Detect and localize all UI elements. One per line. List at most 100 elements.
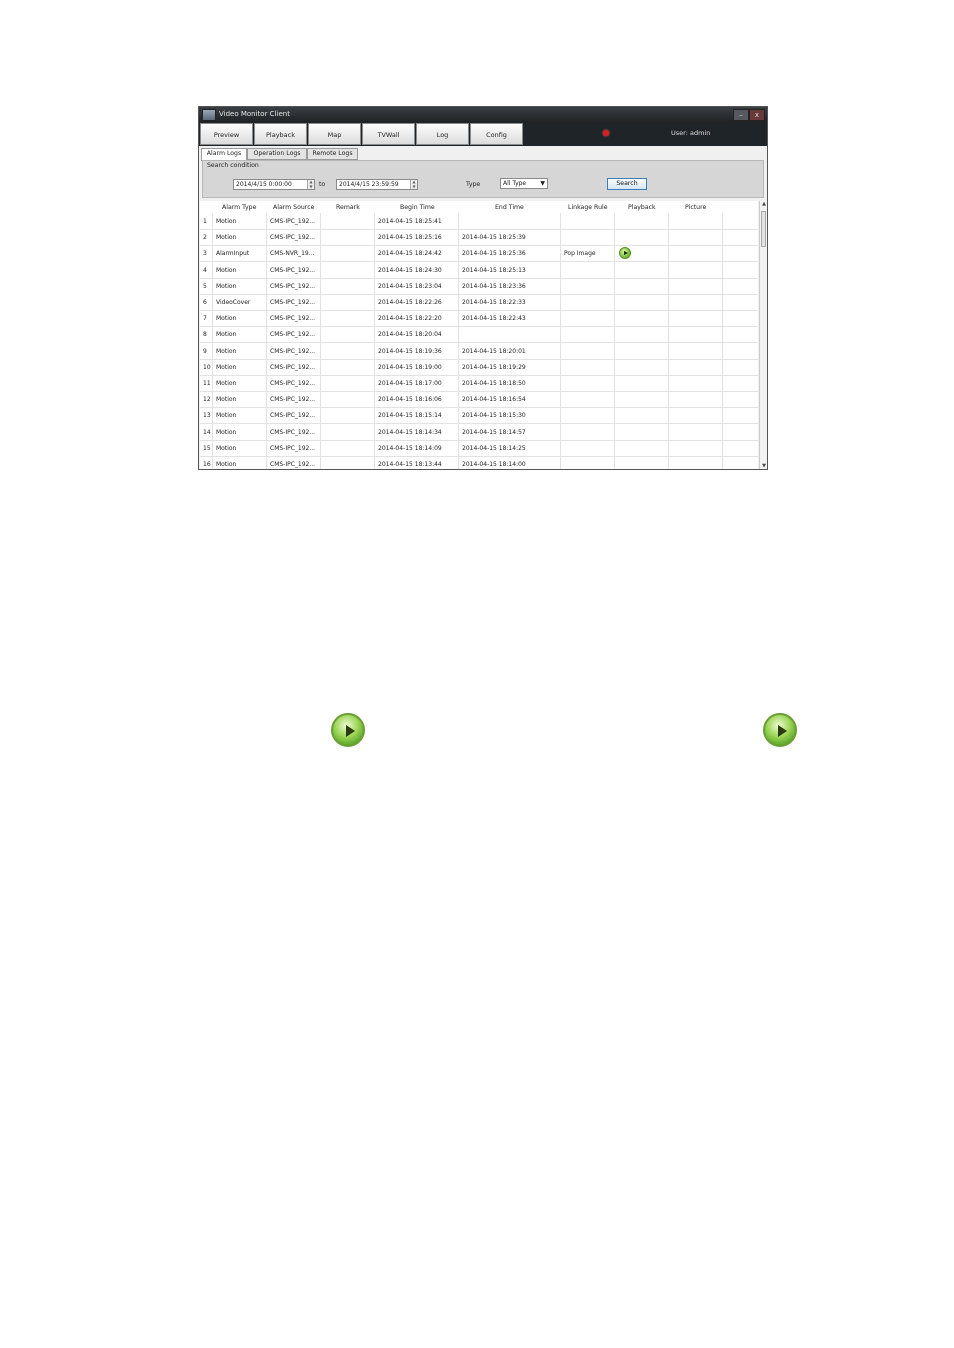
user-label: User: admin <box>671 129 711 137</box>
type-select-value: All Type <box>503 180 527 187</box>
table-row[interactable]: 9 Motion CMS-IPC_192... 2014-04-15 18:19:36… <box>200 343 758 360</box>
alarm-type-cell: Motion <box>216 428 237 436</box>
nav-log-button[interactable]: Log <box>416 123 469 145</box>
scroll-up-icon[interactable]: ▲ <box>760 201 767 207</box>
alarm-type-cell: VideoCover <box>216 299 251 306</box>
table-row[interactable]: 7 Motion CMS-IPC_192... 2014-04-15 18:22:20… <box>200 310 758 328</box>
end-time-cell: 2014-04-15 18:18:50 <box>462 380 526 387</box>
end-time-cell: 2014-04-15 18:22:43 <box>462 315 526 323</box>
alarm-source-cell: CMS-IPC_192... <box>270 461 316 468</box>
search-panel: Search condition 2014/4/15 0:00:00 ▲ ▼ to… <box>202 160 764 198</box>
alarm-source-cell: CMS-IPC_192... <box>270 315 316 323</box>
table-row[interactable]: 10 Motion CMS-IPC_192... 2014-04-15 18:19:0… <box>200 359 758 376</box>
nav-preview-button[interactable]: Preview <box>200 123 253 145</box>
play-icon <box>331 713 365 747</box>
end-time-cell: 2014-04-15 18:19:29 <box>462 363 526 371</box>
alarm-source-cell: CMS-IPC_192... <box>270 396 316 404</box>
alarm-type-cell: Motion <box>216 396 237 404</box>
to-date-spinner[interactable]: ▲ ▼ <box>410 179 417 189</box>
col-alarm-type[interactable]: Alarm Type <box>222 204 256 211</box>
play-icon <box>763 713 797 747</box>
play-icon[interactable] <box>619 247 631 260</box>
title-bar[interactable]: Video Monitor Client – x <box>199 107 767 122</box>
alarm-source-cell: CMS-IPC_192... <box>270 347 316 355</box>
row-number: 10 <box>203 363 211 371</box>
row-number: 3 <box>203 250 207 258</box>
end-time-cell: 2014-04-15 18:25:36 <box>462 250 526 258</box>
table-row[interactable]: 2 Motion CMS-IPC_192... 2014-04-15 18:25:16… <box>200 229 758 247</box>
table-row[interactable]: 12 Motion CMS-IPC_192... 2014-04-15 18:16:0… <box>200 391 758 409</box>
begin-time-cell: 2014-04-15 18:19:36 <box>378 347 442 355</box>
alarm-source-cell: CMS-IPC_192... <box>270 218 316 225</box>
table-row[interactable]: 4 Motion CMS-IPC_192... 2014-04-15 18:24:30… <box>200 262 758 279</box>
col-end-time[interactable]: End Time <box>495 204 524 211</box>
table-row[interactable]: 1 Motion CMS-IPC_192... 2014-04-15 18:25:41 <box>200 213 758 230</box>
nav-config-button[interactable]: Config <box>470 123 523 145</box>
close-button[interactable]: x <box>749 109 765 121</box>
alarm-source-cell: CMS-IPC_192... <box>270 412 316 420</box>
search-legend: Search condition <box>207 162 259 169</box>
begin-time-cell: 2014-04-15 18:23:04 <box>378 282 442 290</box>
from-date-spinner[interactable]: ▲ ▼ <box>307 179 314 189</box>
table-row[interactable]: 14 Motion CMS-IPC_192... 2014-04-15 18:14:3… <box>200 424 758 441</box>
alarm-source-cell: CMS-IPC_192... <box>270 428 316 436</box>
scrollbar-thumb[interactable] <box>761 211 766 247</box>
to-date-input[interactable]: 2014/4/15 23:59:59 ▲ ▼ <box>336 179 418 190</box>
col-picture[interactable]: Picture <box>685 204 706 211</box>
row-number: 15 <box>203 444 211 452</box>
table-row[interactable]: 6 VideoCover CMS-IPC_192... 2014-04-15 18:2… <box>200 294 758 311</box>
scroll-down-icon[interactable]: ▼ <box>760 463 767 469</box>
alarm-source-cell: CMS-IPC_192... <box>270 234 316 242</box>
to-label: to <box>319 181 326 188</box>
alarm-log-table: Alarm Type Alarm Source Remark Begin Tim… <box>200 201 758 469</box>
table-row[interactable]: 3 AlarmInput CMS-NVR_19... 2014-04-15 18:24… <box>200 245 758 263</box>
monitor-icon <box>202 109 216 121</box>
from-date-input[interactable]: 2014/4/15 0:00:00 ▲ ▼ <box>233 179 315 190</box>
begin-time-cell: 2014-04-15 18:24:42 <box>378 250 442 258</box>
nav-playback-button[interactable]: Playback <box>254 123 307 145</box>
table-row[interactable]: 13 Motion CMS-IPC_192... 2014-04-15 18:15:1… <box>200 407 758 425</box>
begin-time-cell: 2014-04-15 18:14:34 <box>378 428 442 436</box>
type-select[interactable]: All Type ▼ <box>500 178 548 189</box>
col-linkage-rule[interactable]: Linkage Rule <box>568 204 608 211</box>
alarm-source-cell: CMS-IPC_192... <box>270 282 316 290</box>
row-number: 2 <box>203 234 207 242</box>
end-time-cell: 2014-04-15 18:22:33 <box>462 299 526 306</box>
col-remark[interactable]: Remark <box>336 204 360 211</box>
alarm-light-icon[interactable] <box>603 130 609 136</box>
row-number: 6 <box>203 299 207 306</box>
to-date-value: 2014/4/15 23:59:59 <box>339 181 399 188</box>
alarm-type-cell: Motion <box>216 444 237 452</box>
begin-time-cell: 2014-04-15 18:20:04 <box>378 331 442 339</box>
table-row[interactable]: 5 Motion CMS-IPC_192... 2014-04-15 18:23:04… <box>200 278 758 295</box>
row-number: 11 <box>203 380 211 387</box>
col-alarm-source[interactable]: Alarm Source <box>273 204 314 211</box>
col-begin-time[interactable]: Begin Time <box>400 204 435 211</box>
search-button[interactable]: Search <box>607 178 647 190</box>
table-row[interactable]: 15 Motion CMS-IPC_192... 2014-04-15 18:14:0… <box>200 440 758 457</box>
begin-time-cell: 2014-04-15 18:19:00 <box>378 363 442 371</box>
nav-map-button[interactable]: Map <box>308 123 361 145</box>
col-playback[interactable]: Playback <box>628 204 656 211</box>
tab-operation-logs[interactable]: Operation Logs <box>247 148 307 160</box>
alarm-source-cell: CMS-IPC_192... <box>270 444 316 452</box>
begin-time-cell: 2014-04-15 18:16:06 <box>378 396 442 404</box>
row-number: 14 <box>203 428 211 436</box>
row-number: 13 <box>203 412 211 420</box>
tab-remote-logs[interactable]: Remote Logs <box>307 148 358 160</box>
table-row[interactable]: 11 Motion CMS-IPC_192... 2014-04-15 18:17:0… <box>200 375 758 392</box>
table-scrollbar[interactable]: ▲ ▼ <box>759 201 767 469</box>
nav-tvwall-button[interactable]: TVWall <box>362 123 415 145</box>
begin-time-cell: 2014-04-15 18:25:41 <box>378 218 442 225</box>
table-row[interactable]: 16 Motion CMS-IPC_192... 2014-04-15 18:13:4… <box>200 456 758 469</box>
row-number: 1 <box>203 218 207 225</box>
begin-time-cell: 2014-04-15 18:25:16 <box>378 234 442 242</box>
row-number: 16 <box>203 461 211 468</box>
minimize-button[interactable]: – <box>733 109 749 121</box>
row-number: 12 <box>203 396 211 404</box>
main-nav: Preview Playback Map TVWall Log Config U… <box>199 122 767 146</box>
table-row[interactable]: 8 Motion CMS-IPC_192... 2014-04-15 18:20:04 <box>200 326 758 344</box>
alarm-type-cell: Motion <box>216 315 237 323</box>
alarm-type-cell: Motion <box>216 266 237 274</box>
alarm-type-cell: Motion <box>216 331 237 339</box>
